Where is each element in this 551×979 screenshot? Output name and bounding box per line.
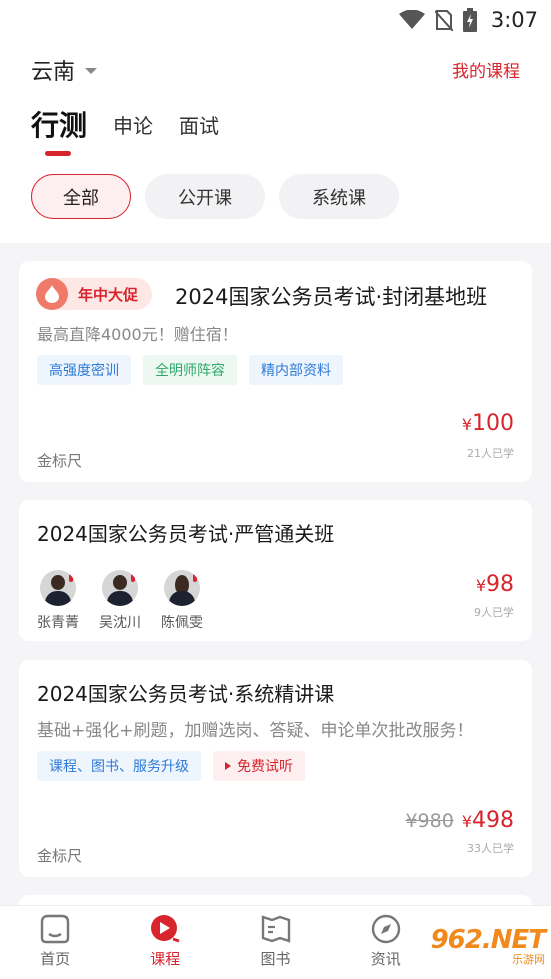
tag-list: 课程、图书、服务升级 免费试听 [37,751,305,781]
compass-icon [371,914,400,944]
price: ¥98 [476,572,514,597]
tab-label: 资讯 [370,950,401,968]
status-bar: 3:07 [398,0,551,40]
home-icon [40,914,70,944]
tab-label: 课程 [150,950,181,968]
watermark-subtext: 乐游网 [512,953,545,966]
avatar [164,570,200,606]
tab-home[interactable]: 首页 [0,906,110,979]
filter-system-course[interactable]: 系统课 [279,174,399,219]
my-course-link[interactable]: 我的课程 [452,57,520,82]
course-subtitle: 最高直降4000元！赠住宿！ [37,325,238,344]
price-value: 98 [486,572,514,597]
region-label: 云南 [31,60,76,85]
learner-count: 33人已学 [467,842,514,855]
watermark-logo: 962.NET 乐游网 [410,925,546,975]
teacher: 陈佩雯 [161,570,203,632]
course-card[interactable]: 2024国家公务员考试·严管通关班 张青菁 吴沈川 陈佩雯 ¥98 9人已学 [19,500,532,641]
tab-interview[interactable]: 面试 [179,106,219,146]
tag: 高强度密训 [37,355,131,385]
header-panel: 3:07 云南 我的课程 行测 申论 面试 全部 公开课 系统课 [0,0,551,243]
play-icon [151,915,180,943]
filter-all[interactable]: 全部 [31,174,131,219]
tab-label: 图书 [260,950,291,968]
course-card[interactable]: 2024国家公务员考试·系统精讲课 基础+强化+刷题，加赠选岗、答疑、申论单次批… [19,660,532,877]
course-title: 2024国家公务员考试·系统精讲课 [37,682,335,706]
tag-list: 高强度密训 全明师阵容 精内部资料 [37,355,343,385]
caret-down-icon [85,68,98,74]
price: ¥100 [462,411,514,436]
promo-badge: 年中大促 [36,278,153,310]
price: ¥980 ¥498 [405,808,514,833]
teacher: 张青菁 [37,570,79,632]
teacher-name: 吴沈川 [99,615,141,631]
battery-charging-icon [462,8,477,32]
subject-tabs: 行测 申论 面试 [31,106,219,156]
course-subtitle: 基础+强化+刷题，加赠选岗、答疑、申论单次批改服务！ [37,721,474,741]
no-sim-icon [434,10,453,31]
course-title: 2024国家公务员考试·封闭基地班 [175,285,488,309]
learner-count: 9人已学 [474,606,514,619]
flame-icon [36,278,68,310]
filter-public-course[interactable]: 公开课 [145,174,265,219]
learner-count: 21人已学 [467,447,514,460]
status-time: 3:07 [490,8,538,32]
tab-course[interactable]: 课程 [110,906,220,979]
teacher: 吴沈川 [99,570,141,632]
teacher-list: 张青菁 吴沈川 陈佩雯 [37,570,203,632]
brand-label: 金标尺 [37,847,83,865]
tag: 精内部资料 [249,355,343,385]
currency-symbol: ¥ [461,415,472,434]
currency-symbol: ¥ [475,576,486,595]
tab-shenlun[interactable]: 申论 [113,106,153,146]
tab-xingce[interactable]: 行测 [31,106,87,156]
original-price: ¥980 [405,810,454,832]
play-icon [225,762,231,770]
tab-label: 首页 [40,950,71,968]
region-selector[interactable]: 云南 [31,54,98,86]
teacher-name: 张青菁 [37,615,79,631]
tag: 全明师阵容 [143,355,237,385]
tag: 课程、图书、服务升级 [37,751,201,781]
course-title: 2024国家公务员考试·严管通关班 [37,522,335,546]
book-icon [261,915,290,943]
free-trial-tag[interactable]: 免费试听 [213,751,305,781]
course-card[interactable]: 年中大促 2024国家公务员考试·封闭基地班 最高直降4000元！赠住宿！ 高强… [19,261,532,482]
filter-chips: 全部 公开课 系统课 [31,174,399,219]
price-value: 100 [472,411,514,436]
tab-books[interactable]: 图书 [220,906,330,979]
promo-label: 年中大促 [78,285,139,304]
wifi-icon [398,10,425,29]
avatar [102,570,138,606]
brand-label: 金标尺 [37,452,83,470]
teacher-name: 陈佩雯 [161,615,203,631]
price-value: 498 [472,808,514,833]
currency-symbol: ¥ [461,812,472,831]
avatar [40,570,76,606]
free-trial-label: 免费试听 [237,759,293,775]
